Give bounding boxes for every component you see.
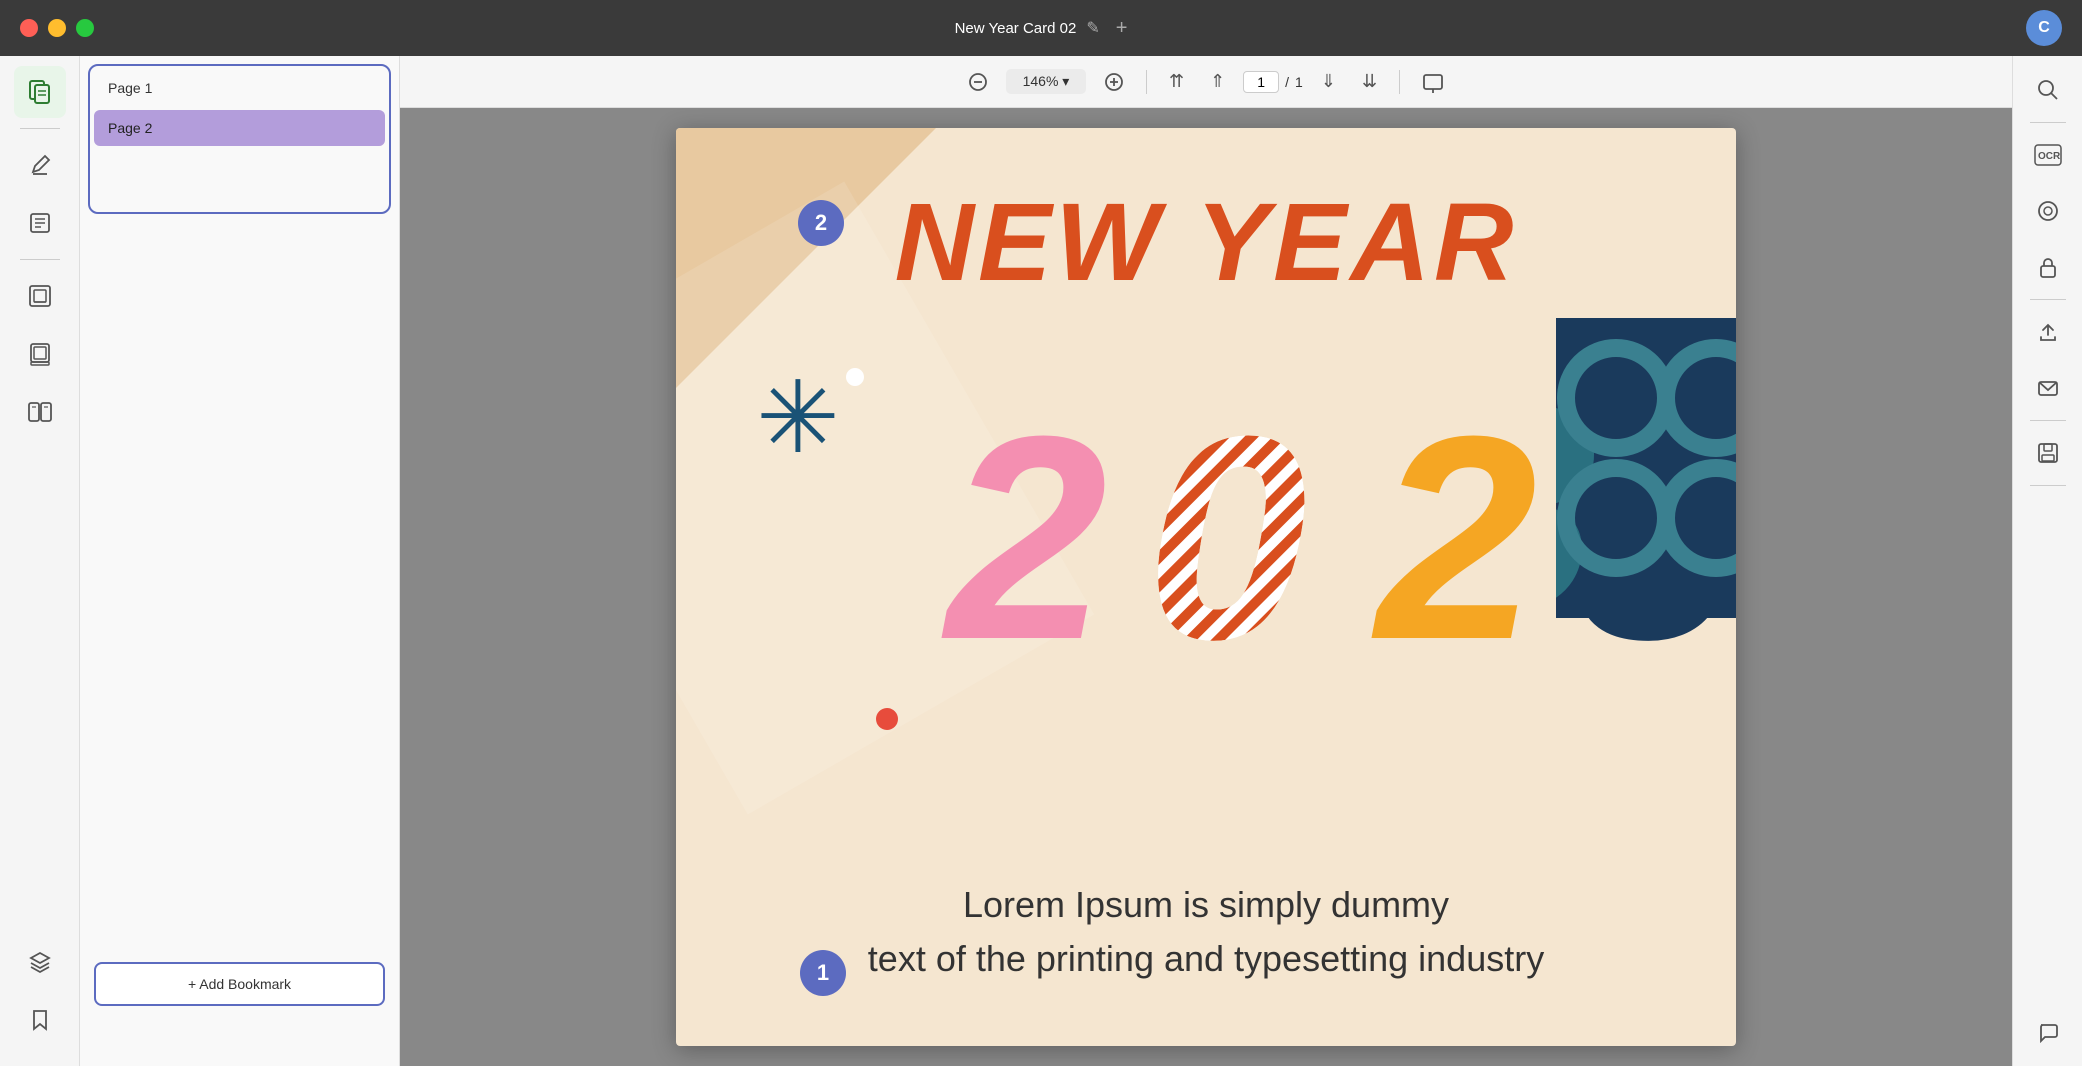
zoom-in-button[interactable] (1096, 68, 1132, 96)
zoom-value: 146% (1023, 73, 1059, 89)
minimize-button[interactable] (48, 19, 66, 37)
page-number-input[interactable] (1243, 71, 1279, 93)
card-body-line1: Lorem Ipsum is simply dummy (963, 884, 1449, 925)
lock-button[interactable] (2024, 243, 2072, 291)
present-button[interactable] (1414, 67, 1452, 97)
save-button[interactable] (2024, 429, 2072, 477)
star-asterisk: ✳ (756, 368, 840, 468)
page-item-1[interactable]: Page 1 (94, 70, 385, 106)
extract-button[interactable] (2024, 187, 2072, 235)
white-dot-decoration (846, 368, 864, 386)
left-sidebar (0, 56, 80, 1066)
right-sidebar-divider-1 (2030, 122, 2066, 123)
svg-text:0: 0 (1146, 376, 1307, 658)
maximize-button[interactable] (76, 19, 94, 37)
next-page-button[interactable]: ⇓ (1313, 67, 1344, 96)
sidebar-item-annotations[interactable] (14, 139, 66, 191)
add-bookmark-button[interactable]: + Add Bookmark (94, 962, 385, 1006)
window-controls (20, 19, 94, 37)
page-total: 1 (1295, 74, 1303, 90)
svg-text:OCR: OCR (2038, 151, 2061, 162)
zoom-dropdown-icon: ▾ (1062, 73, 1069, 89)
share-button[interactable] (2024, 308, 2072, 356)
sidebar-item-forms[interactable] (14, 197, 66, 249)
toolbar-divider-2 (1399, 70, 1400, 94)
first-page-button[interactable]: ⇈ (1161, 67, 1192, 96)
add-tab-icon[interactable]: + (1116, 17, 1128, 40)
page-counter: / 1 (1243, 71, 1303, 93)
sidebar-divider-2 (20, 259, 60, 260)
pages-panel: Page 1 Page 2 + Add Bookmark (80, 56, 400, 1066)
right-sidebar: OCR (2012, 56, 2082, 1066)
edit-title-icon[interactable]: ✎ (1086, 18, 1099, 38)
toolbar: 146% ▾ ⇈ ⇑ / 1 ⇓ ⇊ (400, 56, 2012, 108)
page-separator: / (1285, 74, 1289, 90)
orange-dot-decoration (876, 708, 898, 730)
svg-text:2: 2 (941, 376, 1107, 658)
sidebar-item-pages[interactable] (14, 66, 66, 118)
toolbar-divider-1 (1146, 70, 1147, 94)
right-sidebar-divider-3 (2030, 420, 2066, 421)
main-content: 146% ▾ ⇈ ⇑ / 1 ⇓ ⇊ (400, 56, 2012, 1066)
sidebar-item-compare[interactable] (14, 386, 66, 438)
sidebar-item-stamps[interactable] (14, 328, 66, 380)
badge-1: 1 (800, 950, 846, 996)
close-button[interactable] (20, 19, 38, 37)
email-button[interactable] (2024, 364, 2072, 412)
right-sidebar-divider-4 (2030, 485, 2066, 486)
num3-panel: 3 (1556, 318, 1736, 618)
sidebar-item-bookmarks[interactable] (14, 994, 66, 1046)
window-title: New Year Card 02 ✎ + (955, 17, 1128, 40)
card-document: NEW YEAR ✳ 2 0 (676, 128, 1736, 1046)
prev-page-button[interactable]: ⇑ (1202, 67, 1233, 96)
sidebar-divider-1 (20, 128, 60, 129)
sidebar-item-signatures[interactable] (14, 270, 66, 322)
app-body: Page 1 Page 2 + Add Bookmark 146% ▾ ⇈ ⇑ … (0, 56, 2082, 1066)
avatar[interactable]: C (2026, 10, 2062, 46)
page-item-2[interactable]: Page 2 (94, 110, 385, 146)
zoom-out-button[interactable] (960, 68, 996, 96)
last-page-button[interactable]: ⇊ (1354, 67, 1385, 96)
badge-2: 2 (798, 200, 844, 246)
sidebar-bottom (14, 936, 66, 1066)
chat-button[interactable] (2024, 1008, 2072, 1056)
zoom-level-display[interactable]: 146% ▾ (1006, 69, 1086, 94)
document-area[interactable]: NEW YEAR ✳ 2 0 (400, 108, 2012, 1066)
right-sidebar-divider-2 (2030, 299, 2066, 300)
search-button[interactable] (2024, 66, 2072, 114)
titlebar: New Year Card 02 ✎ + C (0, 0, 2082, 56)
svg-text:2: 2 (1371, 376, 1537, 658)
sidebar-item-layers[interactable] (14, 936, 66, 988)
title-text: New Year Card 02 (955, 20, 1077, 37)
card-body-line2: text of the printing and typesetting ind… (868, 938, 1544, 979)
ocr-button[interactable]: OCR (2024, 131, 2072, 179)
